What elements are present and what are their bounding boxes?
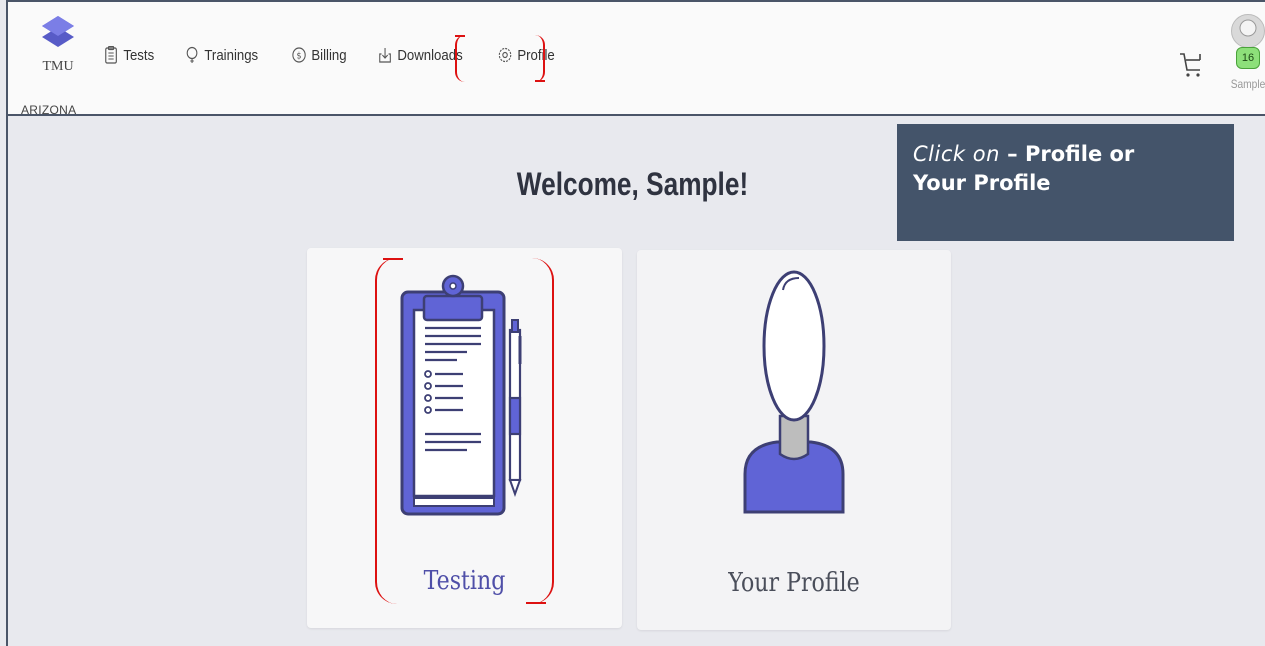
your-profile-card-label: Your Profile: [728, 568, 860, 598]
callout-dash: –: [999, 142, 1025, 166]
cart-icon[interactable]: [1178, 48, 1204, 80]
nav-label-tests: Tests: [123, 46, 155, 64]
nav-label-downloads: Downloads: [397, 46, 463, 64]
user-name: Sample: [1230, 77, 1265, 91]
callout-text-2: Your Profile: [913, 171, 1051, 195]
top-nav-bar: TMU ARIZONA Tests Trainings $ Billing Do…: [8, 0, 1265, 117]
graduation-cap-icon: [42, 16, 74, 47]
user-menu[interactable]: 16 Sample: [1226, 14, 1265, 91]
nav-item-tests[interactable]: Tests: [104, 46, 154, 64]
callout-text-1: Profile or: [1025, 142, 1135, 166]
nav-label-trainings: Trainings: [204, 46, 259, 64]
your-profile-card[interactable]: Your Profile: [637, 250, 951, 630]
dollar-icon: $: [292, 47, 306, 63]
nav-item-downloads[interactable]: Downloads: [378, 46, 463, 64]
callout-italic: Click on: [913, 142, 1000, 166]
user-silhouette-icon: [743, 270, 845, 514]
testing-highlight: [375, 258, 554, 604]
avatar: [1231, 14, 1265, 48]
lightbulb-icon: [186, 46, 198, 63]
notification-badge: 16: [1236, 47, 1260, 69]
brand-state: ARIZONA: [21, 103, 77, 117]
download-icon: [379, 48, 392, 63]
user-avatar-icon: [1239, 19, 1257, 37]
svg-text:$: $: [297, 50, 302, 61]
brand-name: TMU: [42, 59, 74, 74]
instruction-callout: Click on – Profile or Your Profile: [897, 124, 1234, 241]
nav-item-trainings[interactable]: Trainings: [185, 46, 258, 64]
profile-highlight: [455, 35, 545, 82]
brand-logo[interactable]: TMU ARIZONA: [21, 12, 88, 117]
nav-item-billing[interactable]: $ Billing: [292, 46, 347, 64]
clipboard-icon: [105, 46, 117, 64]
nav-label-billing: Billing: [311, 46, 347, 64]
